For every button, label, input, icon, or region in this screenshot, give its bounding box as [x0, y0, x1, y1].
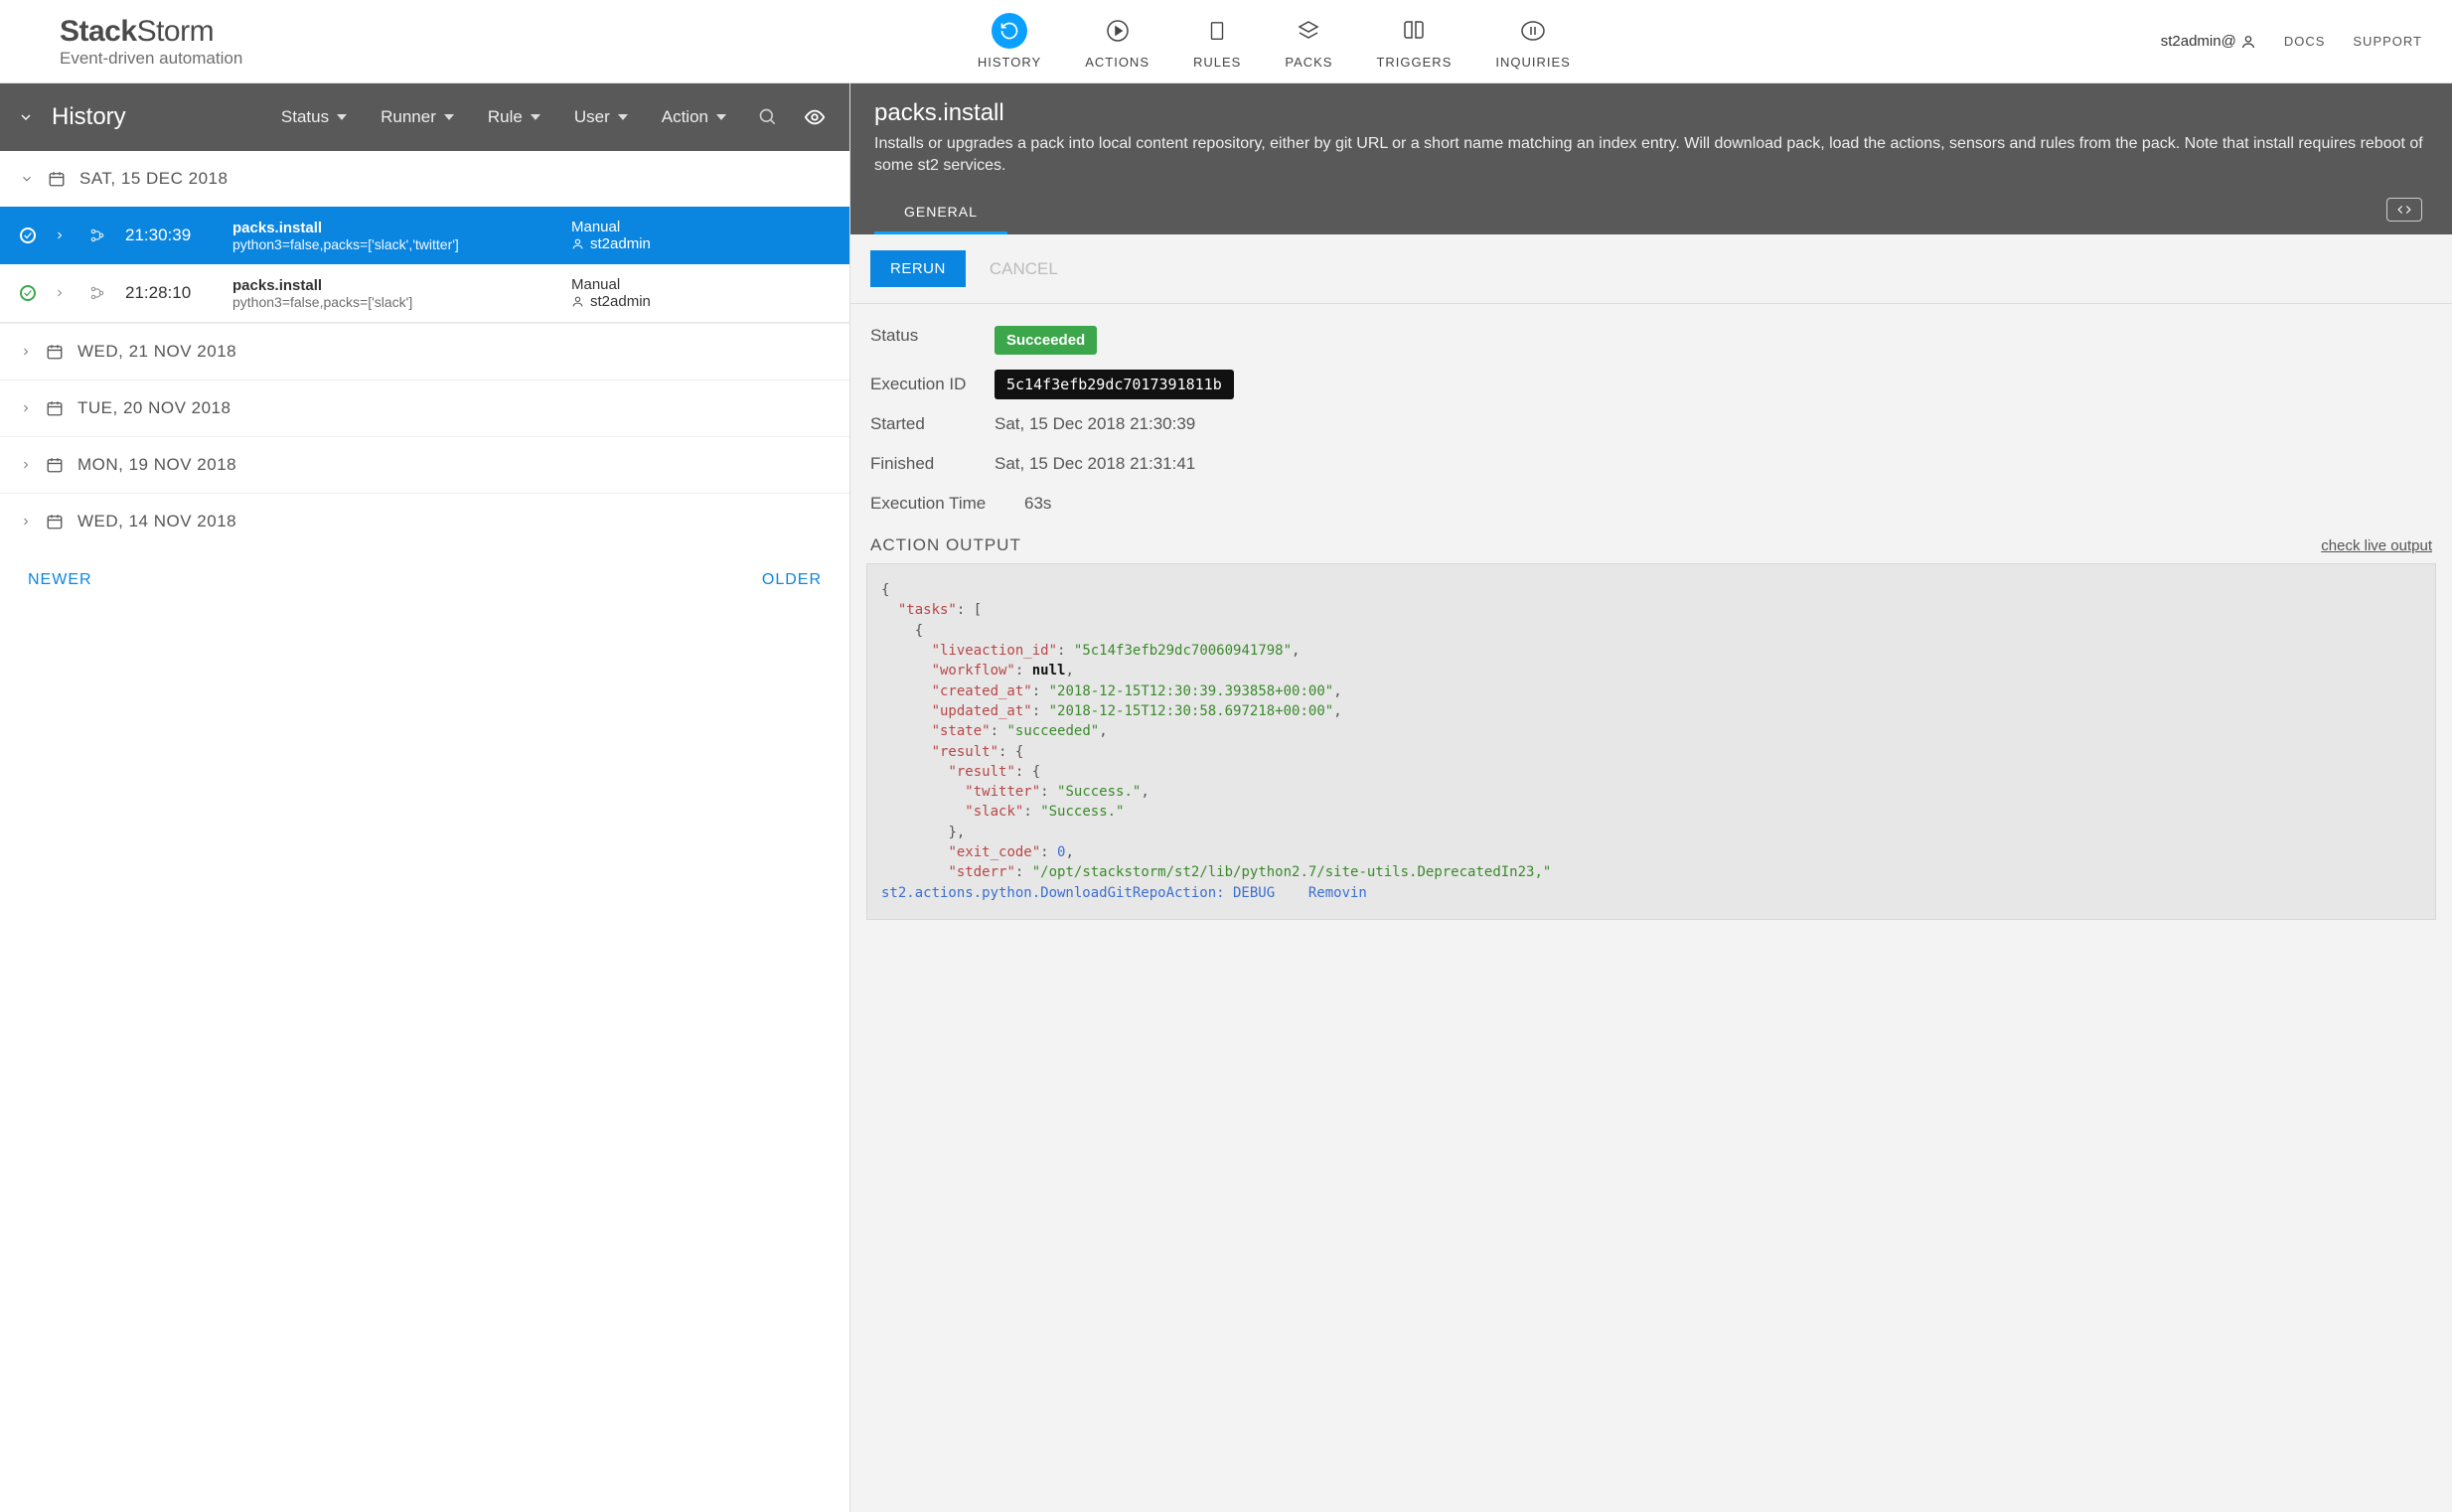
- finished-label: Finished: [870, 454, 995, 474]
- calendar-icon: [48, 170, 66, 188]
- cancel-button[interactable]: CANCEL: [990, 259, 1058, 279]
- execution-user: st2admin: [590, 293, 651, 310]
- calendar-icon: [46, 456, 64, 474]
- nav-actions[interactable]: ACTIONS: [1063, 3, 1171, 79]
- date-group[interactable]: WED, 21 NOV 2018: [0, 323, 849, 379]
- workflow-icon: [89, 285, 107, 301]
- duration-label: Execution Time: [870, 494, 1024, 514]
- play-icon: [1100, 13, 1136, 49]
- status-label: Status: [870, 326, 995, 355]
- live-output-link[interactable]: check live output: [2321, 537, 2432, 554]
- execution-row[interactable]: 21:30:39 packs.install python3=false,pac…: [0, 207, 849, 264]
- filter-runner[interactable]: Runner: [369, 107, 466, 127]
- chevron-down-icon[interactable]: [18, 109, 34, 125]
- date-label: MON, 19 NOV 2018: [77, 455, 236, 475]
- rerun-button[interactable]: RERUN: [870, 250, 966, 287]
- brand-logo: StackStorm: [60, 15, 387, 49]
- nav-rules[interactable]: RULES: [1171, 3, 1263, 79]
- chevron-right-icon: [20, 516, 32, 528]
- chevron-right-icon: [20, 459, 32, 471]
- pager-newer[interactable]: NEWER: [28, 571, 92, 589]
- brand-tagline: Event-driven automation: [60, 49, 387, 69]
- status-badge: Succeeded: [995, 326, 1097, 355]
- detail-title: packs.install: [874, 99, 2428, 127]
- started-value: Sat, 15 Dec 2018 21:30:39: [995, 414, 1195, 434]
- nav-history[interactable]: HISTORY: [956, 3, 1063, 79]
- workflow-icon: [89, 227, 107, 243]
- execution-action-name: packs.install: [232, 277, 553, 294]
- book-icon: [1396, 13, 1432, 49]
- chevron-right-icon: [20, 346, 32, 358]
- filter-user[interactable]: User: [562, 107, 640, 127]
- search-icon[interactable]: [758, 107, 778, 127]
- exec-id-label: Execution ID: [870, 375, 995, 394]
- nav-packs[interactable]: PACKS: [1263, 3, 1354, 79]
- date-group[interactable]: TUE, 20 NOV 2018: [0, 379, 849, 436]
- execution-time: 21:30:39: [125, 226, 215, 245]
- date-label: TUE, 20 NOV 2018: [77, 398, 230, 418]
- chevron-right-icon: [20, 402, 32, 414]
- filter-status[interactable]: Status: [269, 107, 359, 127]
- history-title: History: [52, 103, 126, 131]
- brand-block: StackStorm Event-driven automation: [0, 15, 387, 69]
- exec-id-value: 5c14f3efb29dc7017391811b: [995, 370, 1234, 399]
- top-nav: HISTORY ACTIONS RULES PACKS TRIGGERS: [387, 3, 2161, 79]
- detail-description: Installs or upgrades a pack into local c…: [874, 133, 2428, 176]
- nav-triggers[interactable]: TRIGGERS: [1354, 3, 1473, 79]
- tab-general[interactable]: GENERAL: [874, 192, 1007, 234]
- user-icon: [2240, 34, 2256, 50]
- action-output-label: ACTION OUTPUT: [870, 535, 2321, 555]
- support-link[interactable]: SUPPORT: [2353, 34, 2422, 49]
- execution-user: st2admin: [590, 235, 651, 252]
- started-label: Started: [870, 414, 995, 434]
- finished-value: Sat, 15 Dec 2018 21:31:41: [995, 454, 1195, 474]
- user-icon: [571, 237, 584, 250]
- date-group[interactable]: SAT, 15 DEC 2018: [0, 151, 849, 207]
- user-icon: [571, 295, 584, 308]
- date-label: WED, 14 NOV 2018: [77, 512, 236, 531]
- code-view-toggle[interactable]: [2386, 198, 2422, 222]
- pause-circle-icon: [1515, 13, 1551, 49]
- chevron-right-icon[interactable]: [54, 229, 72, 241]
- nav-inquiries[interactable]: INQUIRIES: [1473, 3, 1592, 79]
- docs-link[interactable]: DOCS: [2284, 34, 2326, 49]
- execution-params: python3=false,packs=['slack']: [232, 294, 553, 310]
- history-icon: [992, 13, 1027, 49]
- filter-rule[interactable]: Rule: [476, 107, 552, 127]
- execution-trigger: Manual: [571, 276, 830, 293]
- current-user[interactable]: st2admin@: [2161, 33, 2256, 50]
- calendar-icon: [46, 513, 64, 530]
- chevron-right-icon[interactable]: [54, 287, 72, 299]
- eye-icon[interactable]: [804, 106, 826, 128]
- execution-row[interactable]: 21:28:10 packs.install python3=false,pac…: [0, 264, 849, 322]
- calendar-icon: [46, 343, 64, 361]
- action-output-box: { "tasks": [ { "liveaction_id": "5c14f3e…: [866, 563, 2436, 920]
- date-group[interactable]: MON, 19 NOV 2018: [0, 436, 849, 493]
- chevron-down-icon: [20, 172, 34, 186]
- filter-action[interactable]: Action: [650, 107, 738, 127]
- date-label: SAT, 15 DEC 2018: [79, 169, 228, 189]
- execution-params: python3=false,packs=['slack','twitter']: [232, 236, 553, 252]
- execution-time: 21:28:10: [125, 283, 215, 303]
- layers-icon: [1291, 13, 1326, 49]
- execution-trigger: Manual: [571, 219, 830, 235]
- date-label: WED, 21 NOV 2018: [77, 342, 236, 362]
- status-success-icon: [20, 285, 36, 301]
- document-icon: [1199, 13, 1235, 49]
- status-success-icon: [20, 227, 36, 243]
- pager-older[interactable]: OLDER: [762, 571, 822, 589]
- date-group[interactable]: WED, 14 NOV 2018: [0, 493, 849, 549]
- calendar-icon: [46, 399, 64, 417]
- execution-action-name: packs.install: [232, 220, 553, 236]
- duration-value: 63s: [1024, 494, 1051, 514]
